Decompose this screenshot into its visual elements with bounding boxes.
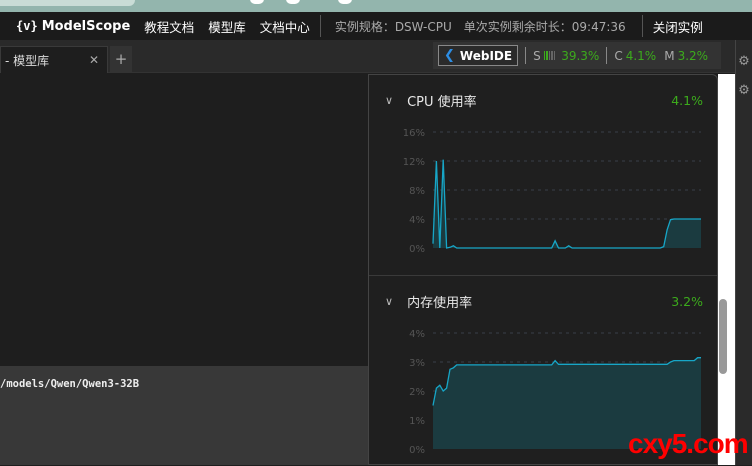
extension-icon[interactable]: ⚙ (736, 83, 752, 98)
browser-button[interactable] (286, 0, 300, 4)
scrollbar[interactable] (719, 299, 727, 374)
cpu-section: ∨ CPU 使用率 4.1% 0% 4% 8% 12% 16% (369, 75, 717, 275)
settings-icon[interactable]: ⚙ (736, 54, 752, 69)
resource-usage-panel: ∨ CPU 使用率 4.1% 0% 4% 8% 12% 16% ∨ 内存使用率 … (368, 74, 718, 465)
ytick-label: 2% (409, 387, 425, 398)
logo-icon: {v} (16, 19, 38, 33)
ytick-label: 4% (409, 329, 425, 340)
resource-status-bar: ❮ WebIDE S 39.3% C 4.1% M 3.2% (433, 42, 721, 69)
terminal[interactable]: /models/Qwen/Qwen3-32B (0, 366, 368, 465)
instance-spec: 实例规格：DSW-CPU (334, 19, 452, 34)
ytick-label: 0% (409, 244, 425, 255)
webide-label: WebIDE (459, 48, 513, 63)
browser-tab[interactable] (0, 0, 135, 6)
ytick-label: 12% (403, 157, 425, 168)
editor-area[interactable] (0, 74, 368, 365)
top-bar: {v} ModelScope 教程文档 模型库 文档中心 实例规格：DSW-CP… (0, 12, 752, 40)
cpu-label: C (614, 48, 623, 63)
logo-text: ModelScope (41, 18, 131, 34)
divider (319, 15, 321, 37)
ytick-label: 4% (409, 215, 425, 226)
vscode-icon: ❮ (444, 48, 455, 63)
nav-tutorials[interactable]: 教程文档 (144, 17, 194, 36)
mem-value[interactable]: 3.2% (678, 49, 709, 63)
divider (606, 47, 608, 64)
terminal-line: /models/Qwen/Qwen3-32B (0, 378, 140, 390)
divider (525, 47, 527, 64)
ytick-label: 3% (409, 358, 425, 369)
ytick-label: 0% (409, 445, 425, 456)
ytick-label: 16% (403, 128, 425, 139)
nav-doc-center[interactable]: 文档中心 (260, 17, 310, 36)
ytick-label: 1% (409, 416, 425, 427)
browser-chrome (0, 0, 752, 12)
add-tab-button[interactable]: + (110, 46, 132, 73)
tab-label: - 模型库 (5, 53, 50, 68)
browser-button[interactable] (338, 0, 352, 4)
browser-button[interactable] (250, 0, 264, 4)
webide-button[interactable]: ❮ WebIDE (438, 45, 519, 66)
cpu-chart: 0% 4% 8% 12% 16% (403, 128, 701, 255)
storage-label: S (533, 48, 541, 63)
mem-label: M (664, 48, 675, 63)
watermark: cxy5.com (628, 428, 749, 459)
cpu-value[interactable]: 4.1% (626, 49, 657, 63)
remaining-time: 单次实例剩余时长：09:47:36 (463, 19, 626, 34)
close-instance-button[interactable]: 关闭实例 (653, 17, 703, 36)
close-icon[interactable]: ✕ (89, 53, 99, 67)
modelscope-logo[interactable]: {v} ModelScope (16, 19, 130, 34)
series-line (432, 159, 701, 249)
storage-level-bars (543, 51, 556, 60)
right-sidebar: ⚙ ⚙ (735, 40, 752, 465)
series-area (433, 159, 701, 248)
tab-model-library[interactable]: - 模型库 ✕ (0, 46, 108, 73)
scroll-area (718, 74, 735, 465)
divider (641, 15, 643, 37)
nav-model-library[interactable]: 模型库 (208, 17, 246, 36)
storage-value: 39.3% (561, 48, 600, 63)
ytick-label: 8% (409, 186, 425, 197)
